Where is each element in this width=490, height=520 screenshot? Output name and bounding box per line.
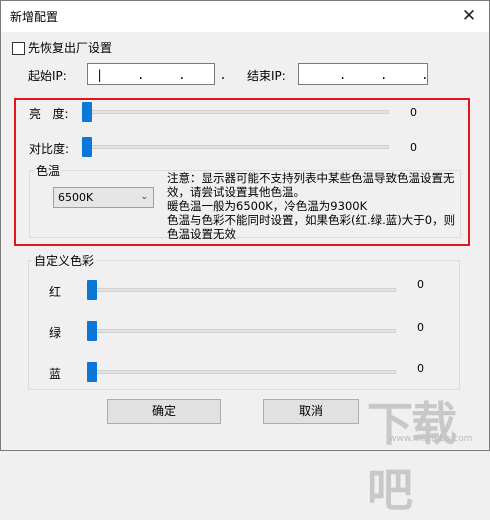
restore-factory-label[interactable]: 先恢复出厂设置 bbox=[28, 39, 112, 56]
start-ip-label: 起始IP: bbox=[28, 69, 67, 83]
start-ip-input[interactable]: | . . . bbox=[87, 63, 227, 85]
brightness-slider-track[interactable] bbox=[85, 110, 389, 114]
contrast-value: 0 bbox=[410, 141, 417, 154]
red-value: 0 bbox=[417, 278, 424, 291]
green-label: 绿 bbox=[49, 326, 62, 340]
end-ip-input[interactable]: . . . bbox=[298, 63, 428, 85]
close-icon[interactable]: ✕ bbox=[455, 3, 483, 29]
blue-label: 蓝 bbox=[49, 367, 62, 381]
chevron-down-icon: ⌄ bbox=[140, 192, 148, 202]
color-temp-selected: 6500K bbox=[58, 191, 94, 204]
brightness-value: 0 bbox=[410, 106, 417, 119]
blue-slider-thumb[interactable] bbox=[87, 362, 97, 382]
red-slider-thumb[interactable] bbox=[87, 280, 97, 300]
color-temp-label: 色温 bbox=[34, 162, 63, 179]
blue-slider-track[interactable] bbox=[90, 370, 396, 374]
title-bar: 新增配置 ✕ bbox=[1, 1, 489, 32]
blue-value: 0 bbox=[417, 362, 424, 375]
red-label: 红 bbox=[49, 285, 62, 299]
watermark-text: 下载吧 bbox=[367, 397, 457, 517]
color-temp-select[interactable]: 6500K ⌄ bbox=[53, 187, 154, 208]
watermark-logo: 下载吧 www.xiazaiba.com bbox=[367, 392, 485, 517]
watermark-url: www.xiazaiba.com bbox=[389, 434, 473, 444]
end-ip-label: 结束IP: bbox=[247, 69, 286, 83]
dialog-title: 新增配置 bbox=[10, 10, 59, 24]
cancel-button[interactable]: 取消 bbox=[263, 399, 359, 424]
restore-factory-checkbox[interactable] bbox=[12, 42, 25, 55]
config-dialog: 新增配置 ✕ 先恢复出厂设置 起始IP: | . . . 结束IP: . . .… bbox=[0, 0, 490, 517]
contrast-slider-thumb[interactable] bbox=[82, 137, 92, 157]
ok-button[interactable]: 确定 bbox=[107, 399, 221, 424]
brightness-label: 亮 度: bbox=[29, 107, 69, 121]
red-slider-track[interactable] bbox=[90, 288, 396, 292]
color-temp-note: 注意：显示器可能不支持列表中某些色温导致色温设置无效，请尝试设置其他色温。 暖色… bbox=[167, 171, 456, 241]
contrast-label: 对比度: bbox=[29, 142, 70, 156]
brightness-slider-thumb[interactable] bbox=[82, 102, 92, 122]
contrast-slider-track[interactable] bbox=[85, 145, 389, 149]
green-slider-track[interactable] bbox=[90, 329, 396, 333]
custom-color-label: 自定义色彩 bbox=[32, 252, 97, 269]
green-slider-thumb[interactable] bbox=[87, 321, 97, 341]
green-value: 0 bbox=[417, 321, 424, 334]
